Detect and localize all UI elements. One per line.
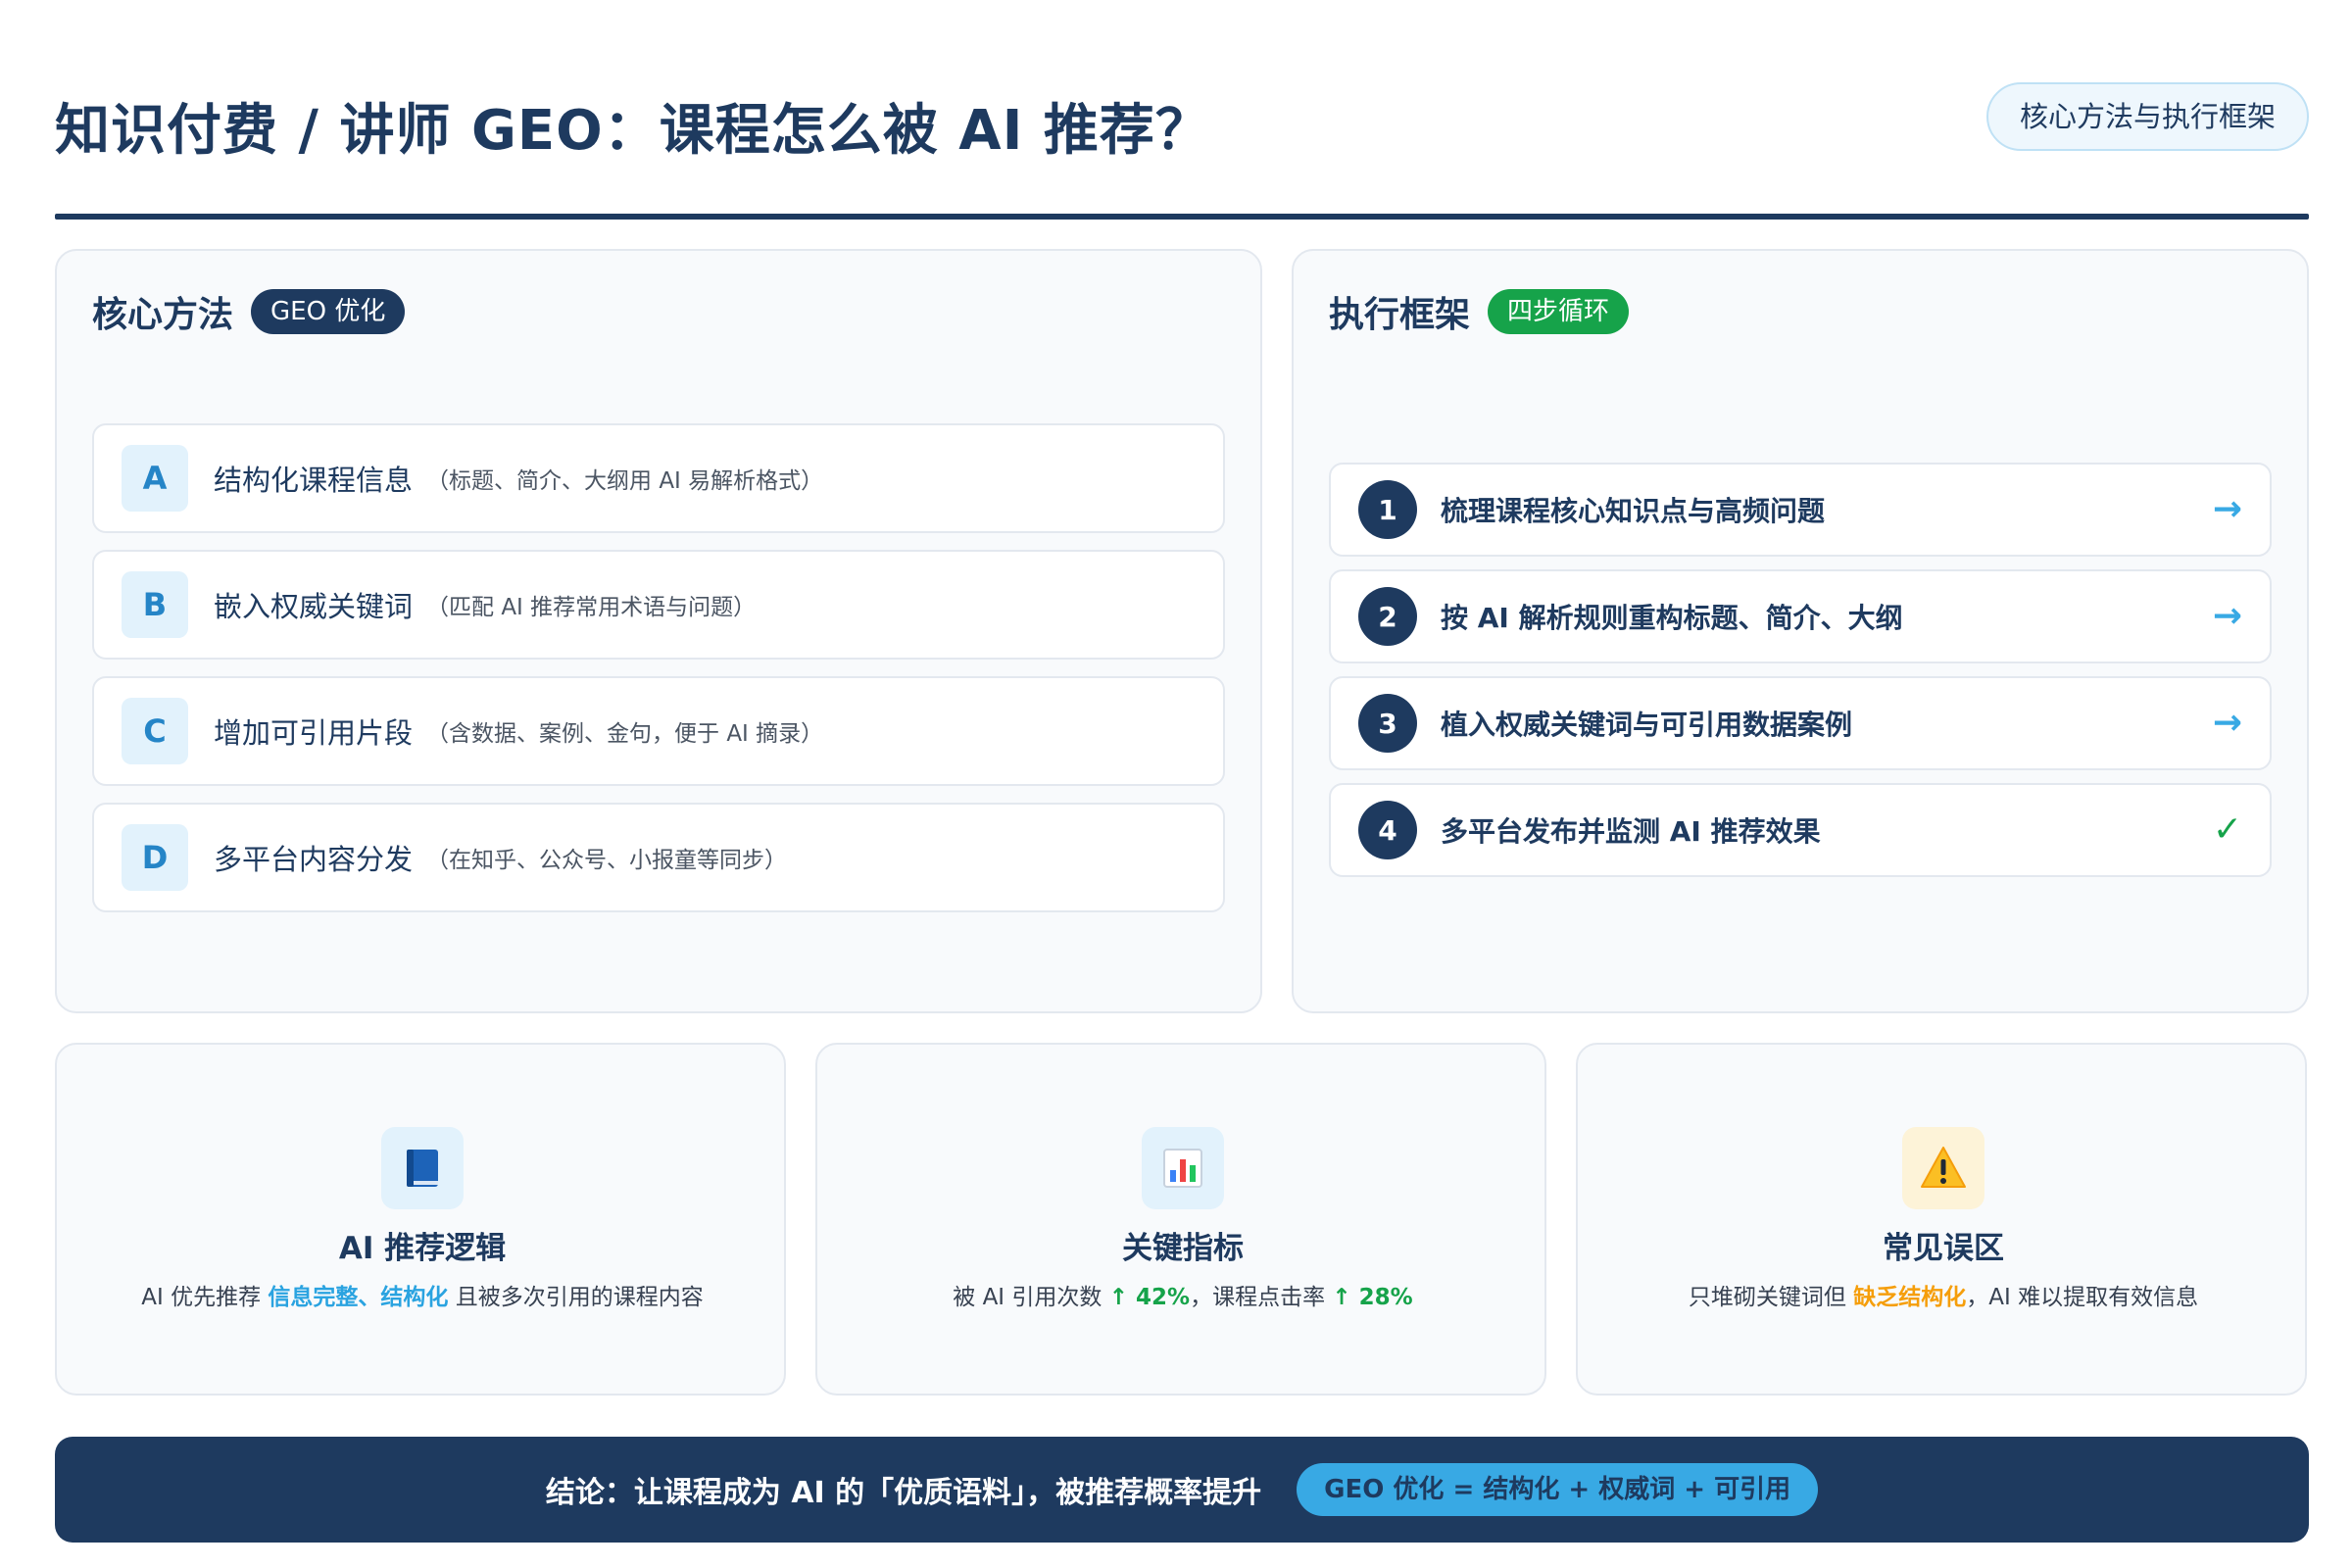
method-note: （含数据、案例、金句，便于 AI 摘录）	[426, 721, 824, 747]
step-text: 按 AI 解析规则重构标题、简介、大纲	[1441, 602, 1903, 634]
method-item-a: A 结构化课程信息 （标题、简介、大纲用 AI 易解析格式）	[92, 423, 1225, 533]
card-common-mistakes: 常见误区 只堆砌关键词但 缺乏结构化，AI 难以提取有效信息	[1576, 1043, 2307, 1396]
formula-pill: GEO 优化 = 结构化 + 权威词 + 可引用	[1297, 1463, 1819, 1516]
bar-chart-icon	[1142, 1127, 1224, 1209]
methods-panel-title: 核心方法	[92, 295, 234, 335]
methods-panel-header: 核心方法 GEO 优化	[92, 286, 406, 337]
step-item-2: 2 按 AI 解析规则重构标题、简介、大纲 →	[1329, 569, 2272, 663]
method-name: 结构化课程信息	[214, 464, 414, 497]
arrow-right-icon: →	[2212, 489, 2242, 529]
step-number-badge: 4	[1358, 801, 1417, 859]
warning-icon	[1902, 1127, 1984, 1209]
method-list: A 结构化课程信息 （标题、简介、大纲用 AI 易解析格式） B 嵌入权威关键词…	[92, 423, 1225, 929]
methods-panel: 核心方法 GEO 优化 A 结构化课程信息 （标题、简介、大纲用 AI 易解析格…	[55, 249, 1262, 1013]
metric-value: ↑ 42%	[1108, 1285, 1191, 1310]
highlight-text: 信息完整、结构化	[268, 1285, 449, 1310]
method-name: 增加可引用片段	[214, 716, 414, 750]
conclusion-text: 结论：让课程成为 AI 的「优质语料」，被推荐概率提升	[545, 1476, 1262, 1510]
card-ai-logic: AI 推荐逻辑 AI 优先推荐 信息完整、结构化 且被多次引用的课程内容	[55, 1043, 786, 1396]
step-text: 植入权威关键词与可引用数据案例	[1441, 709, 1853, 741]
step-item-1: 1 梳理课程核心知识点与高频问题 →	[1329, 463, 2272, 557]
card-description: 只堆砌关键词但 缺乏结构化，AI 难以提取有效信息	[1688, 1285, 2199, 1310]
letter-d-icon: D	[122, 824, 188, 891]
letter-b-icon: B	[122, 571, 188, 638]
step-item-3: 3 植入权威关键词与可引用数据案例 →	[1329, 676, 2272, 770]
card-title: 关键指标	[1122, 1231, 1244, 1266]
card-description: 被 AI 引用次数 ↑ 42%，课程点击率 ↑ 28%	[953, 1285, 1413, 1310]
header-divider	[55, 214, 2309, 220]
card-key-metrics: 关键指标 被 AI 引用次数 ↑ 42%，课程点击率 ↑ 28%	[815, 1043, 1546, 1396]
card-description: AI 优先推荐 信息完整、结构化 且被多次引用的课程内容	[141, 1285, 704, 1310]
highlight-text: 缺乏结构化	[1853, 1285, 1967, 1310]
steps-panel-title: 执行框架	[1329, 295, 1471, 335]
page: 知识付费 / 讲师 GEO：课程怎么被 AI 推荐？ 核心方法与执行框架 核心方…	[55, 0, 2309, 1568]
arrow-right-icon: →	[2212, 596, 2242, 636]
book-icon	[381, 1127, 464, 1209]
method-note: （在知乎、公众号、小报童等同步）	[426, 848, 788, 873]
step-text: 多平台发布并监测 AI 推荐效果	[1441, 815, 1821, 848]
step-number-badge: 2	[1358, 587, 1417, 646]
method-note: （标题、简介、大纲用 AI 易解析格式）	[426, 468, 824, 494]
header: 知识付费 / 讲师 GEO：课程怎么被 AI 推荐？ 核心方法与执行框架	[55, 78, 2309, 176]
method-name: 嵌入权威关键词	[214, 590, 414, 623]
card-title: 常见误区	[1883, 1231, 2004, 1266]
methods-panel-tag: GEO 优化	[251, 289, 406, 334]
steps-panel-tag: 四步循环	[1488, 289, 1630, 334]
step-number-badge: 1	[1358, 480, 1417, 539]
method-note: （匹配 AI 推荐常用术语与问题）	[426, 595, 757, 620]
card-title: AI 推荐逻辑	[338, 1231, 507, 1266]
letter-c-icon: C	[122, 698, 188, 764]
step-item-4: 4 多平台发布并监测 AI 推荐效果 ✓	[1329, 783, 2272, 877]
method-name: 多平台内容分发	[214, 843, 414, 876]
step-number-badge: 3	[1358, 694, 1417, 753]
step-text: 梳理课程核心知识点与高频问题	[1441, 495, 1826, 527]
metric-value: ↑ 28%	[1332, 1285, 1413, 1310]
letter-a-icon: A	[122, 445, 188, 512]
method-item-d: D 多平台内容分发 （在知乎、公众号、小报童等同步）	[92, 803, 1225, 912]
method-item-c: C 增加可引用片段 （含数据、案例、金句，便于 AI 摘录）	[92, 676, 1225, 786]
steps-panel-header: 执行框架 四步循环	[1329, 286, 1630, 337]
steps-panel: 执行框架 四步循环 1 梳理课程核心知识点与高频问题 → 2 按 AI 解析规则…	[1292, 249, 2309, 1013]
step-list: 1 梳理课程核心知识点与高频问题 → 2 按 AI 解析规则重构标题、简介、大纲…	[1329, 463, 2272, 890]
check-icon: ✓	[2212, 809, 2242, 850]
arrow-right-icon: →	[2212, 703, 2242, 743]
page-title: 知识付费 / 讲师 GEO：课程怎么被 AI 推荐？	[55, 99, 1211, 163]
conclusion-bar: 结论：让课程成为 AI 的「优质语料」，被推荐概率提升 GEO 优化 = 结构化…	[55, 1437, 2309, 1543]
header-badge: 核心方法与执行框架	[1985, 82, 2309, 151]
method-item-b: B 嵌入权威关键词 （匹配 AI 推荐常用术语与问题）	[92, 550, 1225, 660]
